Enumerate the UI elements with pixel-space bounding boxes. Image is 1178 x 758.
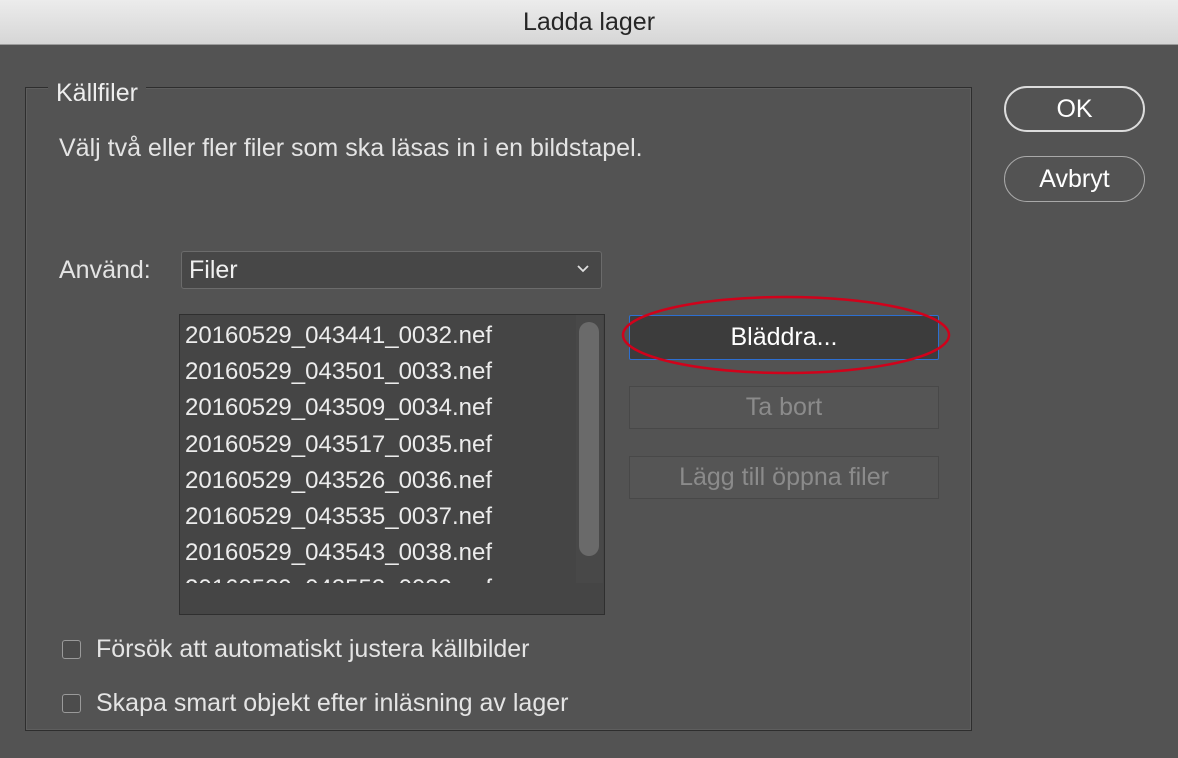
file-list-items: 20160529_043441_0032.nef 20160529_043501_… xyxy=(185,318,492,608)
browse-button[interactable]: Bläddra... xyxy=(629,315,939,360)
list-item[interactable]: 20160529_043543_0038.nef xyxy=(185,535,492,571)
auto-align-checkbox[interactable] xyxy=(62,640,81,659)
list-item[interactable]: 20160529_043526_0036.nef xyxy=(185,463,492,499)
use-label: Använd: xyxy=(59,256,151,284)
list-item[interactable]: 20160529_043535_0037.nef xyxy=(185,499,492,535)
file-list[interactable]: 20160529_043441_0032.nef 20160529_043501_… xyxy=(179,314,605,615)
use-select[interactable]: Filer xyxy=(181,251,602,289)
smart-object-checkbox[interactable] xyxy=(62,694,81,713)
auto-align-label: Försök att automatiskt justera källbilde… xyxy=(96,635,530,663)
source-description: Välj två eller fler filer som ska läsas … xyxy=(59,134,643,162)
file-list-bottom-edge xyxy=(180,583,578,614)
add-open-files-button[interactable]: Lägg till öppna filer xyxy=(629,456,939,499)
cancel-button[interactable]: Avbryt xyxy=(1004,156,1145,202)
list-item[interactable]: 20160529_043517_0035.nef xyxy=(185,427,492,463)
window-titlebar: Ladda lager xyxy=(0,0,1178,45)
file-list-scroll-thumb[interactable] xyxy=(579,322,599,556)
remove-button[interactable]: Ta bort xyxy=(629,386,939,429)
chevron-down-icon xyxy=(577,265,589,273)
use-select-value: Filer xyxy=(189,255,238,284)
smart-object-label: Skapa smart objekt efter inläsning av la… xyxy=(96,689,569,717)
list-item[interactable]: 20160529_043441_0032.nef xyxy=(185,318,492,354)
list-item[interactable]: 20160529_043509_0034.nef xyxy=(185,390,492,426)
list-item[interactable]: 20160529_043501_0033.nef xyxy=(185,354,492,390)
source-files-legend: Källfiler xyxy=(48,79,146,108)
window-title: Ladda lager xyxy=(522,7,656,36)
smart-object-option[interactable]: Skapa smart objekt efter inläsning av la… xyxy=(62,689,568,718)
ok-button[interactable]: OK xyxy=(1004,86,1145,132)
auto-align-option[interactable]: Försök att automatiskt justera källbilde… xyxy=(62,635,530,664)
